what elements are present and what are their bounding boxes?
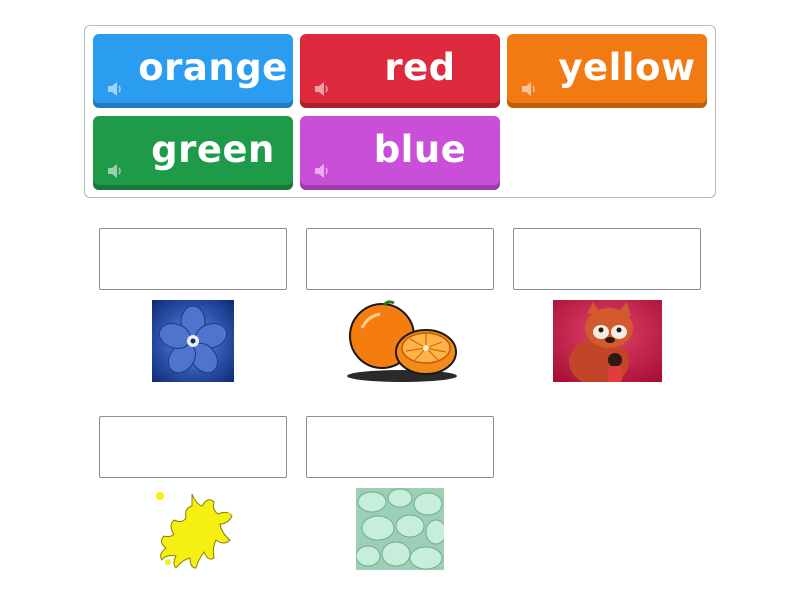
drop-slot-3[interactable] xyxy=(513,228,701,290)
tile-label: red xyxy=(384,46,456,89)
tile-yellow[interactable]: yellow xyxy=(507,34,707,108)
tile-blue[interactable]: blue xyxy=(300,116,500,190)
red-panda-image xyxy=(553,300,662,382)
tile-label: blue xyxy=(373,128,467,171)
drop-slot-4[interactable] xyxy=(99,416,287,478)
speaker-icon[interactable] xyxy=(313,145,333,178)
tile-red[interactable]: red xyxy=(300,34,500,108)
drop-slot-2[interactable] xyxy=(306,228,494,290)
blue-flower-image xyxy=(152,300,234,382)
drop-slot-5[interactable] xyxy=(306,416,494,478)
speaker-icon[interactable] xyxy=(313,63,333,96)
tile-orange[interactable]: orange xyxy=(93,34,293,108)
speaker-icon[interactable] xyxy=(106,145,126,178)
yellow-splat-image xyxy=(156,492,233,569)
word-bank: orange red yellow green blue xyxy=(84,25,716,198)
tile-label: orange xyxy=(138,46,288,89)
tile-label: yellow xyxy=(558,46,696,89)
green-sea-glass-image xyxy=(356,488,444,570)
oranges-image xyxy=(347,300,457,382)
speaker-icon[interactable] xyxy=(520,63,540,96)
speaker-icon[interactable] xyxy=(106,63,126,96)
tile-green[interactable]: green xyxy=(93,116,293,190)
drop-slot-1[interactable] xyxy=(99,228,287,290)
tile-label: green xyxy=(151,128,275,171)
